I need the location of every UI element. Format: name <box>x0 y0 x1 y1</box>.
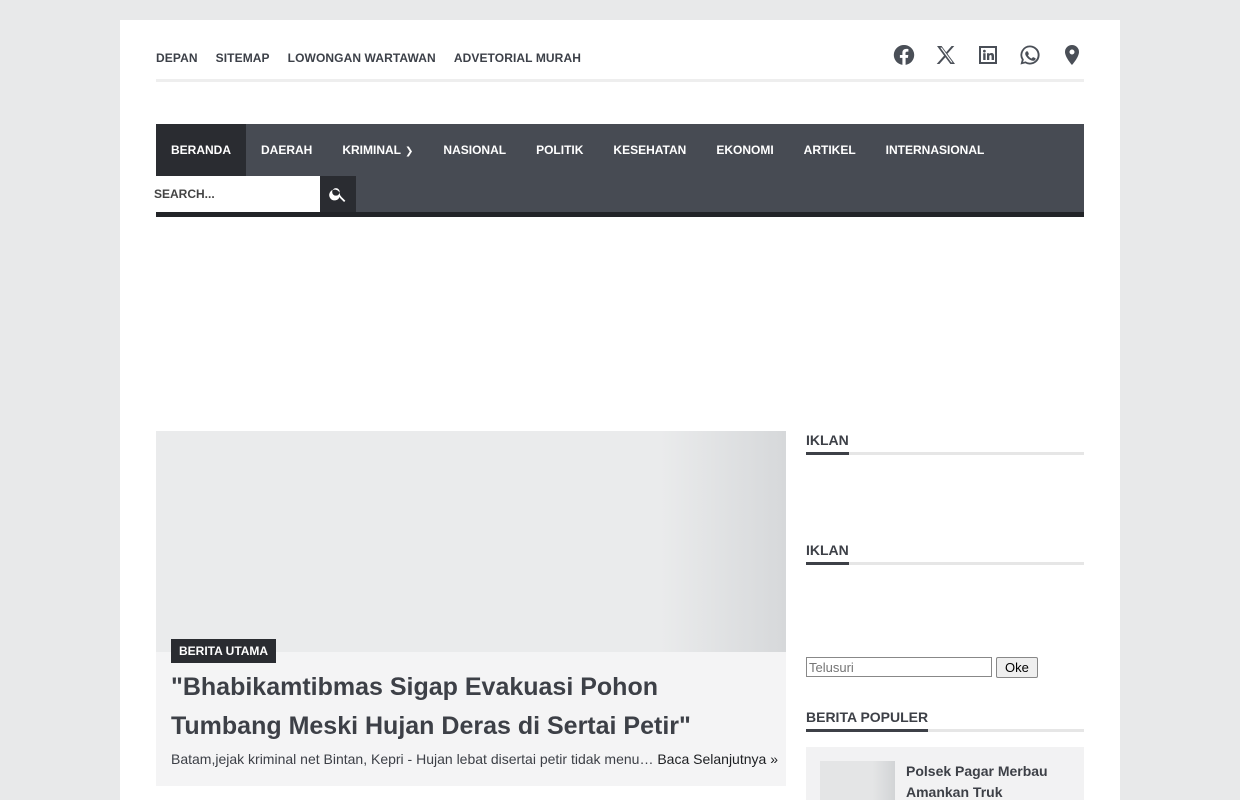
popular-post-item[interactable]: Polsek Pagar Merbau Amankan Truk <box>806 747 1084 800</box>
popular-post-title[interactable]: Polsek Pagar Merbau Amankan Truk <box>906 761 1076 800</box>
ad-widget-title-1: IKLAN <box>806 431 1084 455</box>
nav-item-ekonomi[interactable]: EKONOMI <box>701 124 788 176</box>
featured-excerpt: Batam,jejak kriminal net Bintan, Kepri -… <box>171 751 781 767</box>
sidebar-search: Oke <box>806 657 1038 678</box>
map-pin-icon[interactable] <box>1060 43 1084 67</box>
featured-image[interactable] <box>156 431 786 652</box>
nav-item-daerah[interactable]: DAERAH <box>246 124 327 176</box>
sidebar-search-input[interactable] <box>806 657 992 677</box>
nav-item-beranda[interactable]: BERANDA <box>156 124 246 176</box>
widget-title-text: IKLAN <box>806 431 849 455</box>
category-badge[interactable]: BERITA UTAMA <box>171 639 277 663</box>
top-links: DEPAN SITEMAP LOWONGAN WARTAWAN ADVETORI… <box>156 51 581 65</box>
main-nav: BERANDA DAERAH KRIMINAL ❯ NASIONAL POLITI… <box>154 124 1084 217</box>
nav-item-artikel[interactable]: ARTIKEL <box>789 124 871 176</box>
popular-post-thumbnail[interactable] <box>820 761 895 800</box>
linkedin-icon[interactable] <box>976 43 1000 67</box>
top-link-sitemap[interactable]: SITEMAP <box>216 51 270 65</box>
search-input[interactable] <box>154 176 320 212</box>
sidebar-search-button[interactable]: Oke <box>996 657 1038 678</box>
chevron-down-icon: ❯ <box>405 146 414 157</box>
nav-search <box>154 176 356 212</box>
popular-widget-title: BERITA POPULER <box>806 708 1084 732</box>
top-link-lowongan-wartawan[interactable]: LOWONGAN WARTAWAN <box>288 51 436 65</box>
widget-title-text: IKLAN <box>806 541 849 565</box>
whatsapp-icon[interactable] <box>1018 43 1042 67</box>
featured-post: BERITA UTAMA "Bhabikamtibmas Sigap Evaku… <box>156 431 786 786</box>
social-links <box>892 43 1084 67</box>
widget-title-text: BERITA POPULER <box>806 708 929 732</box>
featured-headline[interactable]: "Bhabikamtibmas Sigap Evakuasi Pohon Tum… <box>171 668 771 746</box>
nav-item-politik[interactable]: POLITIK <box>521 124 598 176</box>
search-button[interactable] <box>320 176 356 212</box>
facebook-icon[interactable] <box>892 43 916 67</box>
nav-item-internasional[interactable]: INTERNASIONAL <box>871 124 1000 176</box>
nav-item-nasional[interactable]: NASIONAL <box>428 124 521 176</box>
nav-item-kriminal-label: KRIMINAL <box>342 143 402 157</box>
nav-item-kriminal[interactable]: KRIMINAL ❯ <box>327 124 428 176</box>
nav-item-kesehatan[interactable]: KESEHATAN <box>598 124 701 176</box>
search-icon <box>329 188 346 202</box>
page-container: DEPAN SITEMAP LOWONGAN WARTAWAN ADVETORI… <box>120 20 1120 800</box>
excerpt-text: Batam,jejak kriminal net Bintan, Kepri -… <box>171 751 654 767</box>
ad-widget-title-2: IKLAN <box>806 541 1084 565</box>
top-link-advetorial-murah[interactable]: ADVETORIAL MURAH <box>454 51 581 65</box>
nav-menu: BERANDA DAERAH KRIMINAL ❯ NASIONAL POLITI… <box>156 124 999 176</box>
top-link-depan[interactable]: DEPAN <box>156 51 198 65</box>
top-bar: DEPAN SITEMAP LOWONGAN WARTAWAN ADVETORI… <box>156 20 1084 82</box>
read-more-link[interactable]: Baca Selanjutnya » <box>657 751 778 767</box>
x-icon[interactable] <box>934 43 958 67</box>
